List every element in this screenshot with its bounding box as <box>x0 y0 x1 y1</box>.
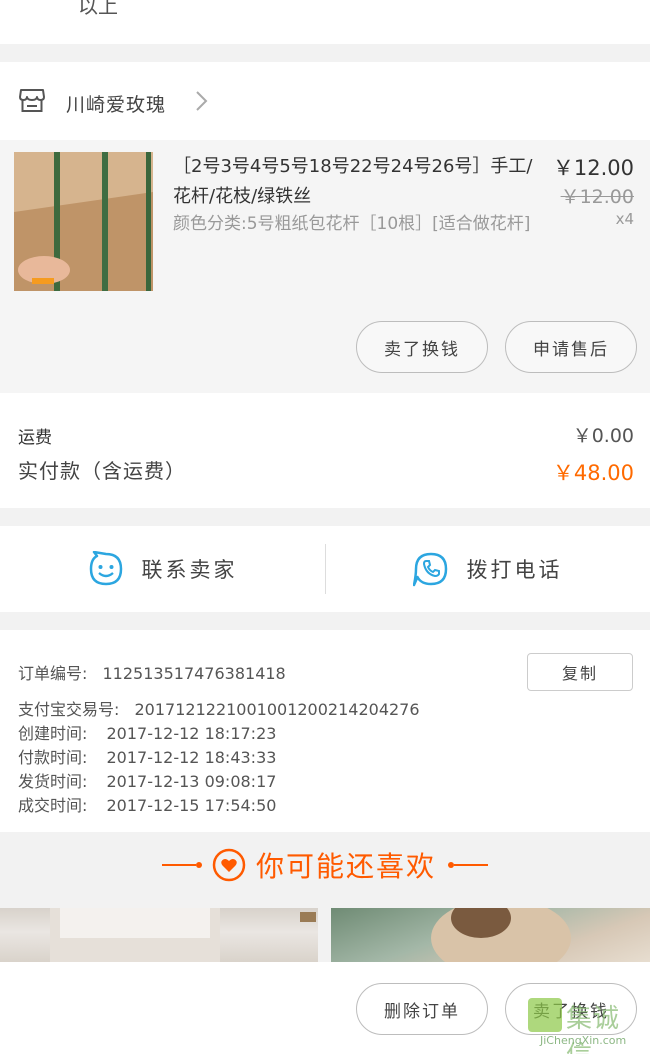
watermark-box-icon <box>528 998 562 1032</box>
watermark-logo: 集诚信 JiChengXin.com <box>528 998 646 1054</box>
recommend-header: 你可能还喜欢 <box>0 832 650 898</box>
call-phone-button[interactable]: 拨打电话 <box>325 526 650 612</box>
product-original-price: ￥12.00 <box>560 186 634 208</box>
shipping-label: 运费 <box>18 428 52 448</box>
order-number-row: 订单编号: 112513517476381418 <box>18 660 286 684</box>
order-number: 112513517476381418 <box>102 664 286 683</box>
product-item[interactable]: ［2号3号4号5号18号22号24号26号］手工/花杆/花枝/绿铁丝 ￥12.0… <box>0 140 650 393</box>
product-spec: 颜色分类:5号粗纸包花杆［10根］[适合做花杆] <box>173 214 531 234</box>
store-icon <box>19 89 45 112</box>
sell-exchange-button[interactable]: 卖了换钱 <box>356 321 488 373</box>
shipped-label: 发货时间: <box>18 772 88 791</box>
shipped-time: 2017-12-13 09:08:17 <box>106 772 277 791</box>
recommend-item[interactable] <box>331 908 650 968</box>
fee-section: 运费 ￥0.00 实付款（含运费） ￥48.00 <box>0 393 650 508</box>
cut-text: 以上 <box>78 0 118 18</box>
after-sale-button[interactable]: 申请售后 <box>505 321 637 373</box>
call-phone-label: 拨打电话 <box>466 558 563 582</box>
contact-seller-label: 联系卖家 <box>141 558 238 582</box>
contact-bar: 联系卖家 拨打电话 <box>0 526 650 612</box>
created-label: 创建时间: <box>18 724 88 743</box>
shipped-row: 发货时间: 2017-12-13 09:08:17 <box>18 768 276 792</box>
decor-line-left <box>161 864 196 866</box>
chevron-right-icon <box>196 91 208 111</box>
done-time: 2017-12-15 17:54:50 <box>106 796 277 815</box>
phone-icon <box>412 552 447 587</box>
product-price: ￥12.00 <box>552 156 634 180</box>
shipping-value: ￥0.00 <box>572 425 634 447</box>
delete-order-button[interactable]: 删除订单 <box>356 983 488 1035</box>
previous-section: 以上 <box>0 0 650 44</box>
paid-time-label: 付款时间: <box>18 748 88 767</box>
paid-row: 付款时间: 2017-12-12 18:43:33 <box>18 744 276 768</box>
copy-button[interactable]: 复制 <box>527 653 633 691</box>
alipay-number: 2017121221001001200214204276 <box>134 700 420 719</box>
done-row: 成交时间: 2017-12-15 17:54:50 <box>18 792 276 816</box>
paid-time: 2017-12-12 18:43:33 <box>106 748 277 767</box>
recommend-title: 你可能还喜欢 <box>255 850 436 883</box>
decor-dot-left <box>195 862 202 868</box>
created-time: 2017-12-12 18:17:23 <box>106 724 277 743</box>
created-row: 创建时间: 2017-12-12 18:17:23 <box>18 720 276 744</box>
heart-icon <box>212 848 246 882</box>
shop-name: 川崎爱玫瑰 <box>66 94 167 116</box>
shop-bar[interactable]: 川崎爱玫瑰 <box>0 62 650 140</box>
contact-seller-button[interactable]: 联系卖家 <box>0 526 325 612</box>
product-thumbnail[interactable] <box>14 152 153 291</box>
product-title: ［2号3号4号5号18号22号24号26号］手工/花杆/花枝/绿铁丝 <box>173 156 533 207</box>
product-quantity: x4 <box>615 210 634 228</box>
alipay-row: 支付宝交易号: 2017121221001001200214204276 <box>18 696 420 720</box>
paid-amount-label: 实付款（含运费） <box>18 459 186 483</box>
recommend-item[interactable] <box>0 908 318 968</box>
decor-line-right <box>454 864 488 866</box>
chat-icon <box>89 551 122 586</box>
done-label: 成交时间: <box>18 796 88 815</box>
order-number-label: 订单编号: <box>18 664 88 683</box>
paid-amount-value: ￥48.00 <box>552 461 634 485</box>
order-info: 订单编号: 112513517476381418 复制 支付宝交易号: 2017… <box>0 630 650 832</box>
alipay-label: 支付宝交易号: <box>18 700 120 719</box>
watermark-url: JiChengXin.com <box>540 1034 627 1047</box>
